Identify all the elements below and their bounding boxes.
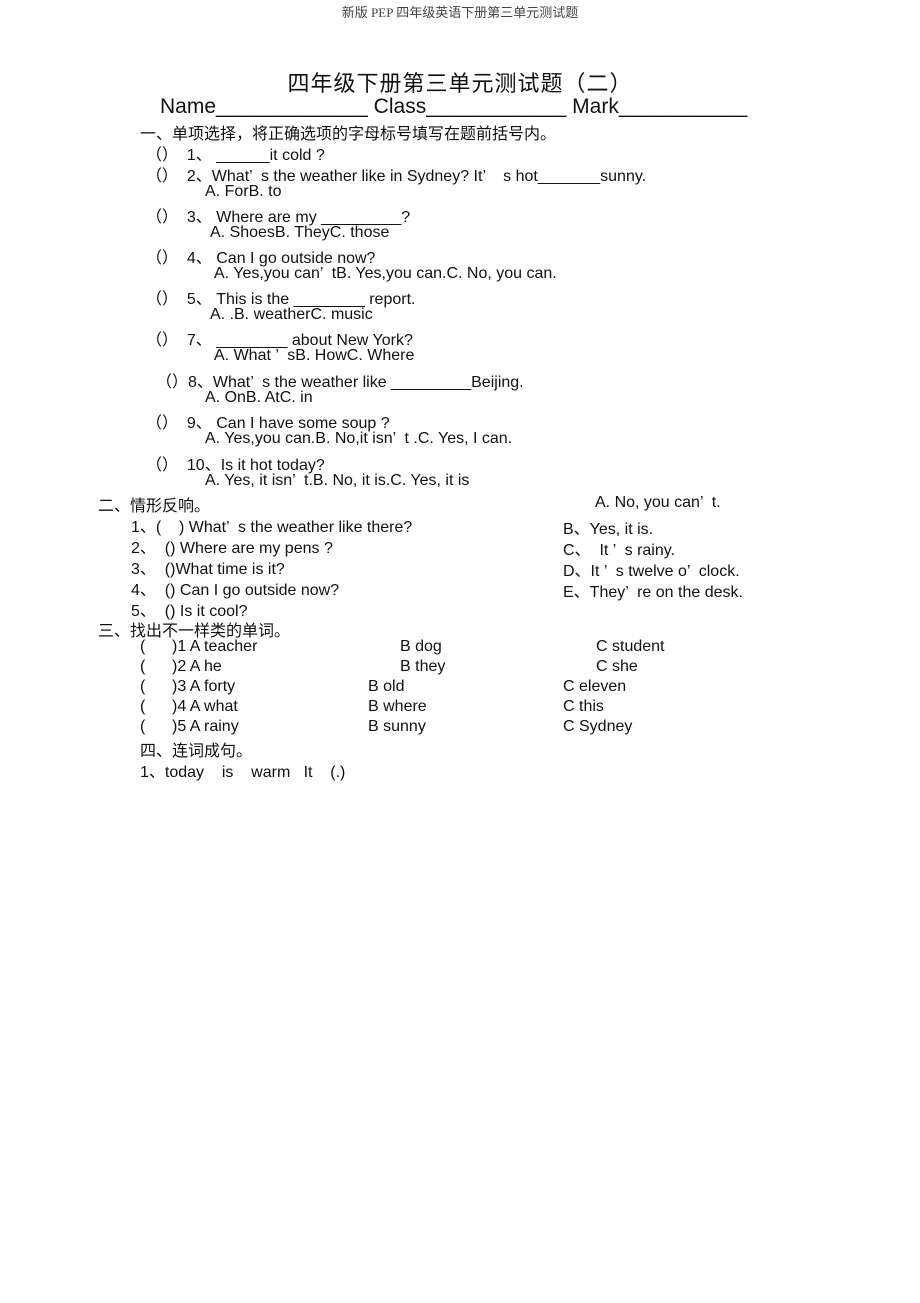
name-class-mark-line: Name_____________ Class____________ Mark… bbox=[160, 95, 748, 118]
odd-one-out-row-3-a: ( )3 A forty bbox=[140, 678, 236, 695]
odd-one-out-row-4-c: C this bbox=[563, 698, 604, 715]
odd-one-out-row-1-c: C student bbox=[596, 638, 665, 655]
odd-one-out-row-2-a: ( )2 A he bbox=[140, 658, 222, 675]
odd-one-out-row-3-b: B old bbox=[368, 678, 405, 695]
odd-one-out-row-2-c: C she bbox=[596, 658, 638, 675]
situation-answer-e: E、They’ re on the desk. bbox=[563, 584, 743, 601]
odd-one-out-row-1-b: B dog bbox=[400, 638, 442, 655]
odd-one-out-row-3-c: C eleven bbox=[563, 678, 627, 695]
question-2-options: A. ForB. to bbox=[205, 183, 282, 200]
page-header: 新版 PEP 四年级英语下册第三单元测试题 bbox=[341, 5, 579, 20]
odd-one-out-row-5-a: ( )5 A rainy bbox=[140, 718, 239, 735]
question-5-options: A. .B. weatherC. music bbox=[210, 306, 373, 323]
question-9-options: A. Yes,you can.B. No,it isn’ t .C. Yes, … bbox=[205, 430, 513, 447]
odd-one-out-row-1-a: ( )1 A teacher bbox=[140, 638, 258, 655]
question-8-options: A. OnB. AtC. in bbox=[205, 389, 313, 406]
question-10-options: A. Yes, it isn’ t.B. No, it is.C. Yes, i… bbox=[205, 472, 470, 489]
odd-one-out-row-2-b: B they bbox=[400, 658, 446, 675]
odd-one-out-row-5-b: B sunny bbox=[368, 718, 426, 735]
question-3-options: A. ShoesB. TheyC. those bbox=[210, 224, 390, 241]
odd-one-out-row-4-a: ( )4 A what bbox=[140, 698, 238, 715]
sentence-building-1: 1、today is warm It (.) bbox=[140, 764, 346, 781]
question-7-options: A. What ’ sB. HowC. Where bbox=[214, 347, 415, 364]
document-title: 四年级下册第三单元测试题（二） bbox=[287, 71, 633, 96]
situation-answer-a: A. No, you can’ t. bbox=[595, 494, 721, 511]
odd-one-out-row-4-b: B where bbox=[368, 698, 427, 715]
question-4-options: A. Yes,you can’ tB. Yes,you can.C. No, y… bbox=[214, 265, 557, 282]
odd-one-out-row-5-c: C Sydney bbox=[563, 718, 633, 735]
